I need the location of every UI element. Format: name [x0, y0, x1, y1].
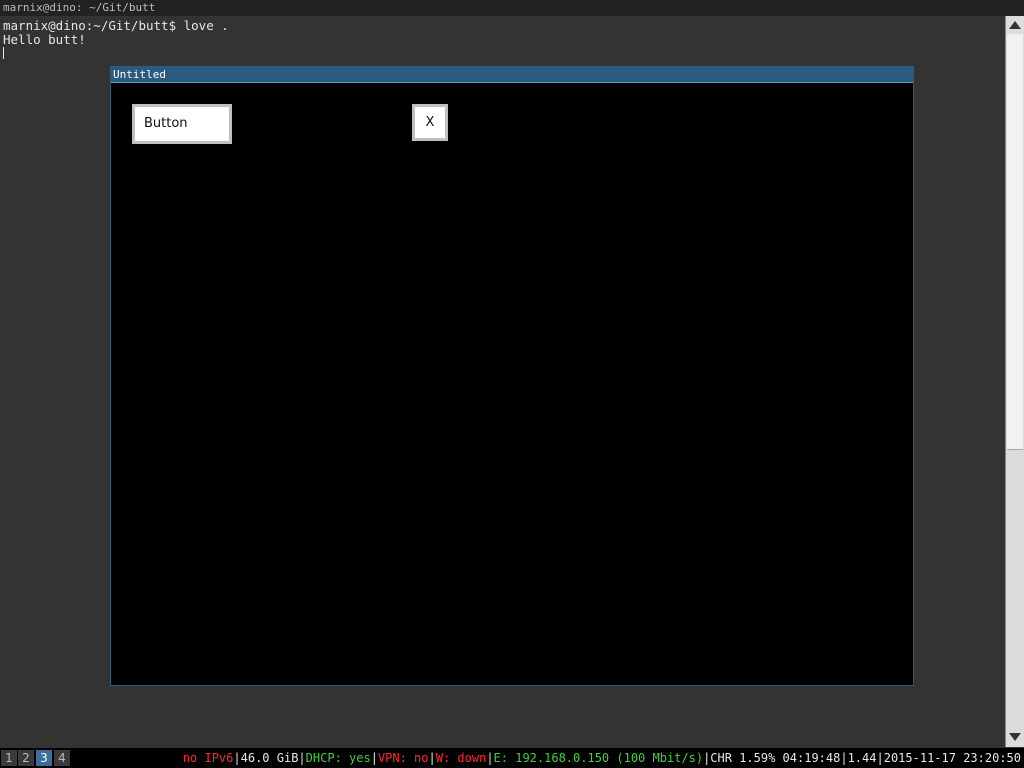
- workspace-2[interactable]: 2: [18, 750, 34, 766]
- love-app-window[interactable]: Untitled Button X: [110, 66, 914, 686]
- battery-status: CHR 1.59% 04:19:48: [710, 751, 841, 765]
- ethernet-status: E: 192.168.0.150 (100 Mbit/s): [493, 751, 704, 765]
- terminal-prompt-line: marnix@dino:~/Git/butt$ love .: [3, 18, 229, 33]
- vpn-status: VPN: no: [377, 751, 429, 765]
- main-button[interactable]: Button: [132, 104, 232, 144]
- workspace-3-active[interactable]: 3: [36, 750, 52, 766]
- terminal-output-line: Hello butt!: [3, 32, 86, 47]
- status-bar: 1 2 3 4 no IPv6|46.0 GiB|DHCP: yes|VPN: …: [0, 748, 1024, 768]
- workspace-4[interactable]: 4: [54, 750, 70, 766]
- disk-status: 46.0 GiB: [240, 751, 299, 765]
- terminal-scrollbar[interactable]: [1005, 16, 1024, 747]
- app-window-title[interactable]: Untitled: [111, 67, 913, 83]
- status-indicators: no IPv6|46.0 GiB|DHCP: yes|VPN: no|W: do…: [182, 751, 1021, 765]
- terminal-title: marnix@dino: ~/Git/butt: [0, 0, 1024, 16]
- wireless-status: W: down: [435, 751, 487, 765]
- datetime-status: 2015-11-17 23:20:50: [883, 751, 1021, 765]
- load-status: 1.44: [847, 751, 877, 765]
- close-button[interactable]: X: [412, 104, 448, 141]
- dhcp-status: DHCP: yes: [305, 751, 371, 765]
- workspace-1[interactable]: 1: [1, 750, 17, 766]
- scrollbar-thumb[interactable]: [1007, 34, 1023, 450]
- scroll-up-arrow-icon[interactable]: [1009, 21, 1021, 29]
- terminal-cursor: [3, 47, 4, 59]
- scroll-down-arrow-icon[interactable]: [1009, 733, 1021, 741]
- ipv6-status: no IPv6: [182, 751, 234, 765]
